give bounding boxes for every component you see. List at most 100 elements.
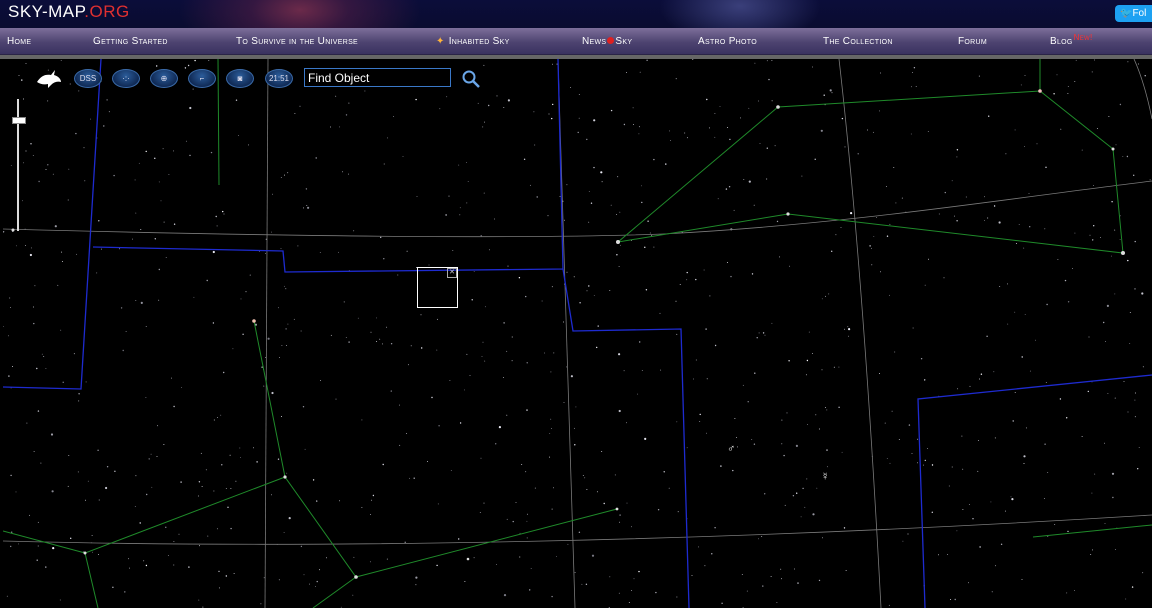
zoom-slider-handle[interactable] (12, 117, 26, 124)
star (206, 279, 208, 282)
time-button[interactable]: 21:51 (265, 69, 293, 88)
nav-astro-photo[interactable]: Astro Photo (698, 36, 757, 47)
star (762, 332, 765, 334)
star (165, 257, 167, 258)
star (633, 578, 635, 580)
search-icon[interactable] (461, 69, 481, 89)
star (154, 157, 156, 159)
star (898, 439, 900, 440)
nav-home[interactable]: Home (7, 36, 31, 47)
star (10, 474, 12, 477)
star (222, 210, 224, 213)
star (507, 99, 510, 102)
nav-blog[interactable]: BlogNew! (1050, 33, 1093, 47)
star (511, 336, 513, 338)
globe-button[interactable]: ⊕ (150, 69, 178, 88)
star (631, 526, 632, 528)
star (961, 435, 963, 437)
star (98, 220, 100, 222)
star (62, 381, 64, 383)
sky-view-button[interactable]: ·:· (112, 69, 140, 88)
star (230, 487, 232, 489)
star (1045, 382, 1047, 384)
star (994, 437, 996, 439)
nav-the-collection[interactable]: The Collection (823, 36, 893, 47)
star (205, 469, 207, 471)
star (584, 477, 586, 479)
star (143, 560, 145, 562)
star (371, 499, 373, 501)
star (37, 410, 40, 412)
star (644, 437, 647, 440)
star (549, 432, 551, 434)
star (544, 352, 546, 354)
star (1029, 226, 1031, 228)
star (1035, 339, 1036, 341)
star (1012, 420, 1014, 422)
star (348, 341, 350, 343)
star (245, 291, 247, 293)
star (825, 295, 826, 297)
star (886, 235, 889, 237)
star (357, 317, 359, 319)
star (201, 486, 203, 487)
star (889, 223, 891, 225)
star (221, 464, 223, 466)
star (1047, 472, 1049, 473)
star (198, 481, 201, 483)
sky-chart[interactable] (3, 59, 1152, 608)
star (806, 359, 809, 362)
telescope-button[interactable]: ⌐ (188, 69, 216, 88)
star (657, 509, 660, 511)
twitter-follow-button[interactable]: 🐦Fol (1115, 5, 1152, 22)
find-object-input[interactable] (304, 68, 451, 87)
star (466, 557, 470, 561)
star (180, 481, 182, 483)
star (626, 422, 627, 424)
telescope-icon: ⌐ (199, 74, 205, 83)
star (566, 271, 568, 273)
star (283, 531, 285, 533)
camera-button[interactable]: ◙ (226, 69, 254, 88)
site-logo[interactable]: SKY-MAP.ORG (8, 2, 130, 22)
close-icon[interactable]: ✕ (447, 268, 457, 278)
grid-line (264, 59, 269, 608)
star (409, 477, 411, 479)
nav-forum[interactable]: Forum (958, 36, 987, 47)
star (287, 323, 289, 325)
star (1081, 436, 1083, 437)
star (534, 487, 536, 489)
star (956, 220, 958, 222)
star (479, 512, 481, 514)
star (880, 72, 882, 74)
star (891, 410, 893, 412)
star (264, 253, 266, 254)
star (931, 464, 934, 466)
star (30, 247, 32, 249)
star (993, 371, 995, 373)
nav-news-sky[interactable]: News Sky (582, 36, 632, 47)
sky-map-logo-icon[interactable] (35, 66, 63, 90)
nav-inhabited-sky[interactable]: ✦ Inhabited Sky (436, 36, 510, 47)
mars-icon[interactable]: ♂ (727, 443, 735, 455)
star (806, 478, 808, 480)
star (1029, 370, 1031, 372)
star (912, 72, 914, 73)
nav-to-survive[interactable]: To Survive in the Universe (236, 36, 358, 47)
star (647, 220, 649, 222)
star (879, 110, 880, 112)
star (551, 117, 553, 120)
star (812, 66, 813, 68)
star (309, 583, 310, 585)
dss-button[interactable]: DSS (74, 69, 102, 88)
sky-map-canvas[interactable]: DSS ·:· ⊕ ⌐ ◙ 21:51 ✕ ♂ ☿ (3, 59, 1152, 608)
star (578, 94, 580, 95)
mercury-icon[interactable]: ☿ (821, 471, 829, 483)
star (771, 60, 773, 62)
star (620, 244, 622, 246)
star (829, 89, 832, 92)
star (189, 106, 192, 110)
star (100, 248, 102, 250)
star (1044, 443, 1046, 445)
nav-getting-started[interactable]: Getting Started (93, 36, 168, 47)
